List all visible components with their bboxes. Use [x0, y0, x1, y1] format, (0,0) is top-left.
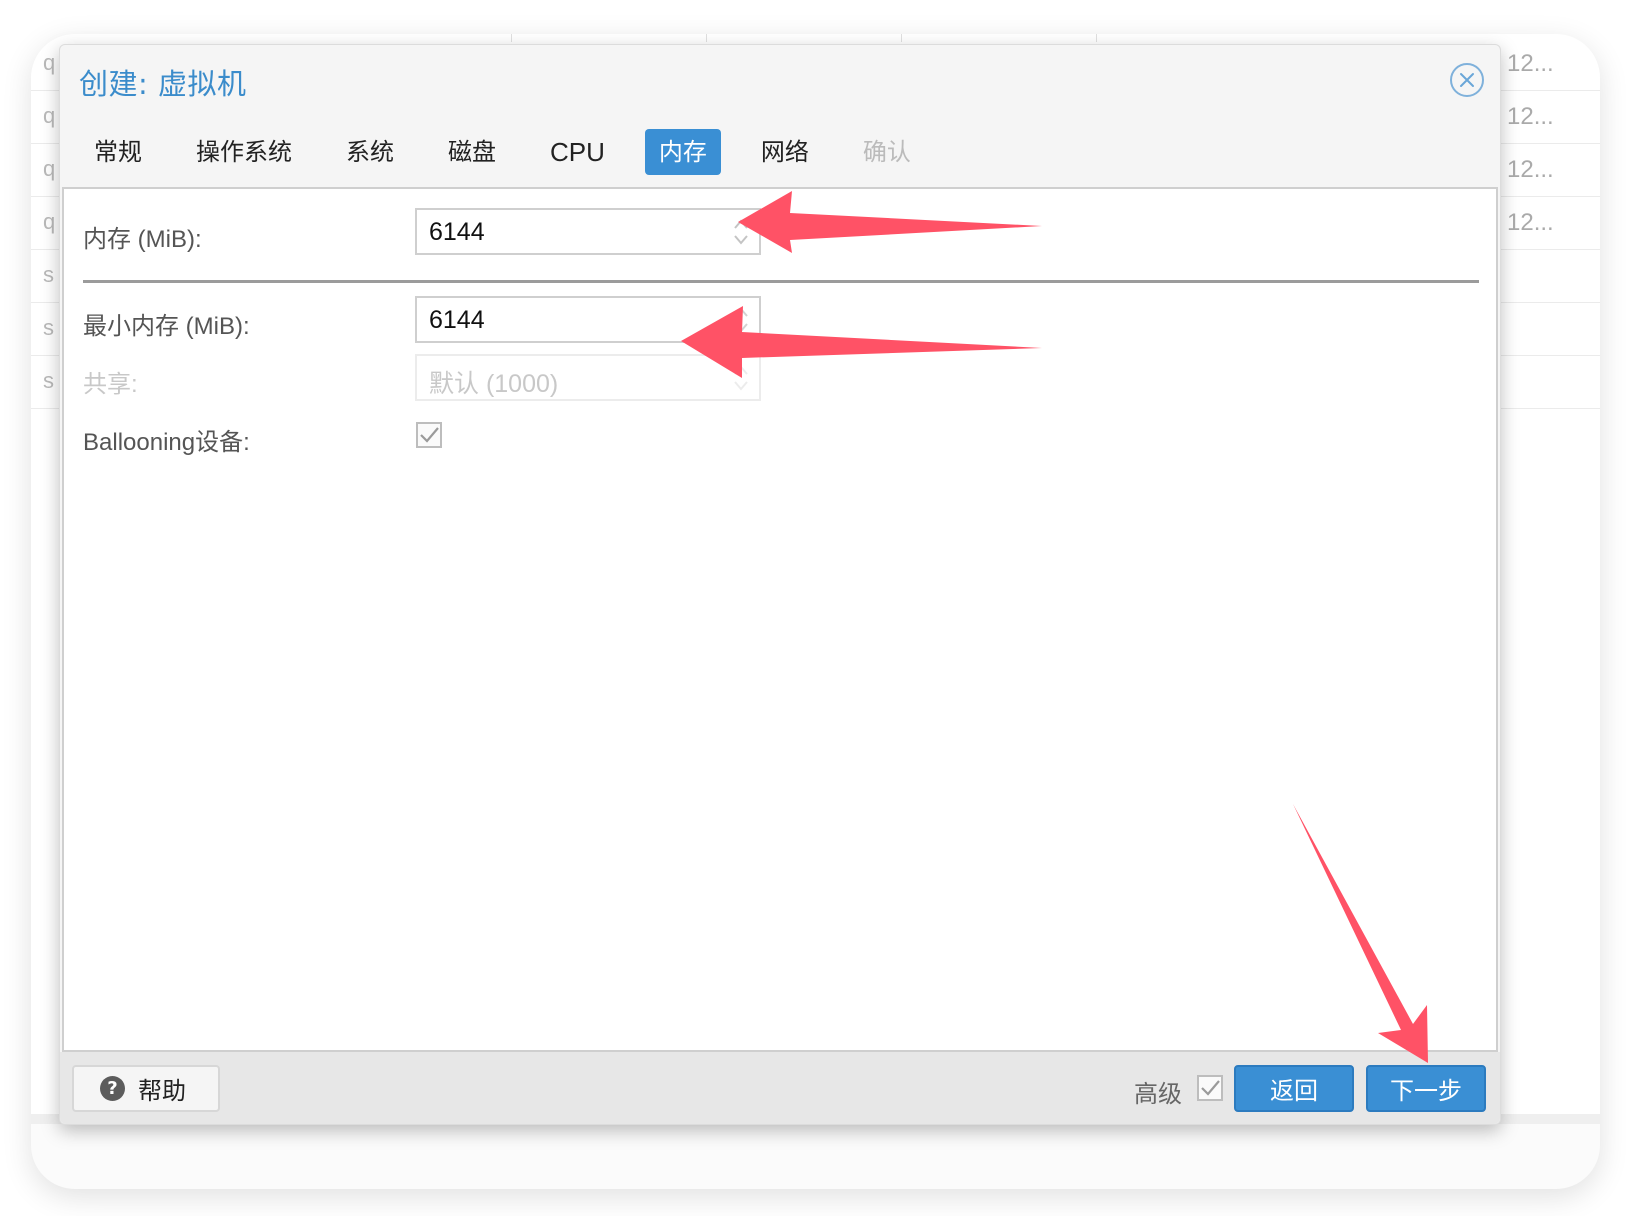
close-circle-icon: [1460, 73, 1474, 87]
checkmark-icon: [1201, 1080, 1220, 1096]
table-cell: 12...: [1507, 156, 1554, 183]
tab-disks[interactable]: 磁盘: [434, 129, 510, 175]
dialog-title: 创建: 虚拟机: [79, 67, 247, 101]
next-button[interactable]: 下一步: [1366, 1065, 1486, 1112]
shares-placeholder: 默认 (1000): [429, 370, 559, 398]
help-label: 帮助: [138, 1077, 186, 1105]
section-separator: [83, 280, 1479, 283]
min-memory-label: 最小内存 (MiB):: [83, 313, 250, 340]
dialog-footer: ? 帮助 高级 返回 下一步: [60, 1052, 1500, 1124]
tab-confirm: 确认: [862, 138, 911, 166]
table-cell: q: [43, 156, 56, 181]
memory-value: 6144: [429, 218, 485, 246]
shares-field: 默认 (1000): [415, 354, 761, 401]
tab-memory[interactable]: 内存: [644, 129, 721, 175]
tab-system[interactable]: 系统: [332, 129, 408, 175]
spinner-updown-icon: [734, 365, 748, 391]
ballooning-label: Ballooning设备:: [83, 429, 250, 456]
create-vm-dialog: 创建: 虚拟机 常规 操作系统 系统 磁盘 CPU 内存 网络 确认 内存 (M…: [59, 44, 1501, 1125]
shares-label: 共享:: [83, 371, 138, 398]
question-circle-icon: ?: [100, 1076, 125, 1101]
wizard-tabs: 常规 操作系统 系统 磁盘 CPU 内存 网络 确认: [80, 129, 951, 175]
spinner-updown-icon[interactable]: [733, 304, 749, 336]
table-cell: s: [43, 315, 54, 340]
tab-general[interactable]: 常规: [80, 129, 156, 175]
close-button[interactable]: [1450, 63, 1484, 97]
min-memory-value: 6144: [429, 306, 485, 334]
tab-os[interactable]: 操作系统: [182, 129, 306, 175]
tab-network[interactable]: 网络: [747, 129, 823, 175]
table-cell: s: [43, 262, 54, 287]
table-cell: 12...: [1507, 50, 1554, 77]
table-cell: s: [43, 368, 54, 393]
checkmark-icon: [420, 427, 439, 443]
tab-cpu[interactable]: CPU: [536, 129, 619, 175]
ballooning-checkbox[interactable]: [416, 422, 442, 448]
memory-field[interactable]: 6144: [415, 208, 761, 255]
memory-panel: 内存 (MiB): 6144 最小内存 (MiB): 6144 共享: 默认 (…: [62, 187, 1498, 1052]
table-cell: 12...: [1507, 209, 1554, 236]
table-cell: q: [43, 50, 56, 75]
table-cell: q: [43, 103, 56, 128]
advanced-checkbox[interactable]: [1197, 1075, 1223, 1101]
table-cell: q: [43, 209, 56, 234]
spinner-updown-icon[interactable]: [733, 216, 749, 248]
table-cell: 12...: [1507, 103, 1554, 130]
advanced-label: 高级: [1134, 1080, 1182, 1108]
help-button[interactable]: ? 帮助: [72, 1065, 220, 1112]
back-button[interactable]: 返回: [1234, 1065, 1354, 1112]
min-memory-field[interactable]: 6144: [415, 296, 761, 343]
memory-label: 内存 (MiB):: [83, 226, 202, 253]
